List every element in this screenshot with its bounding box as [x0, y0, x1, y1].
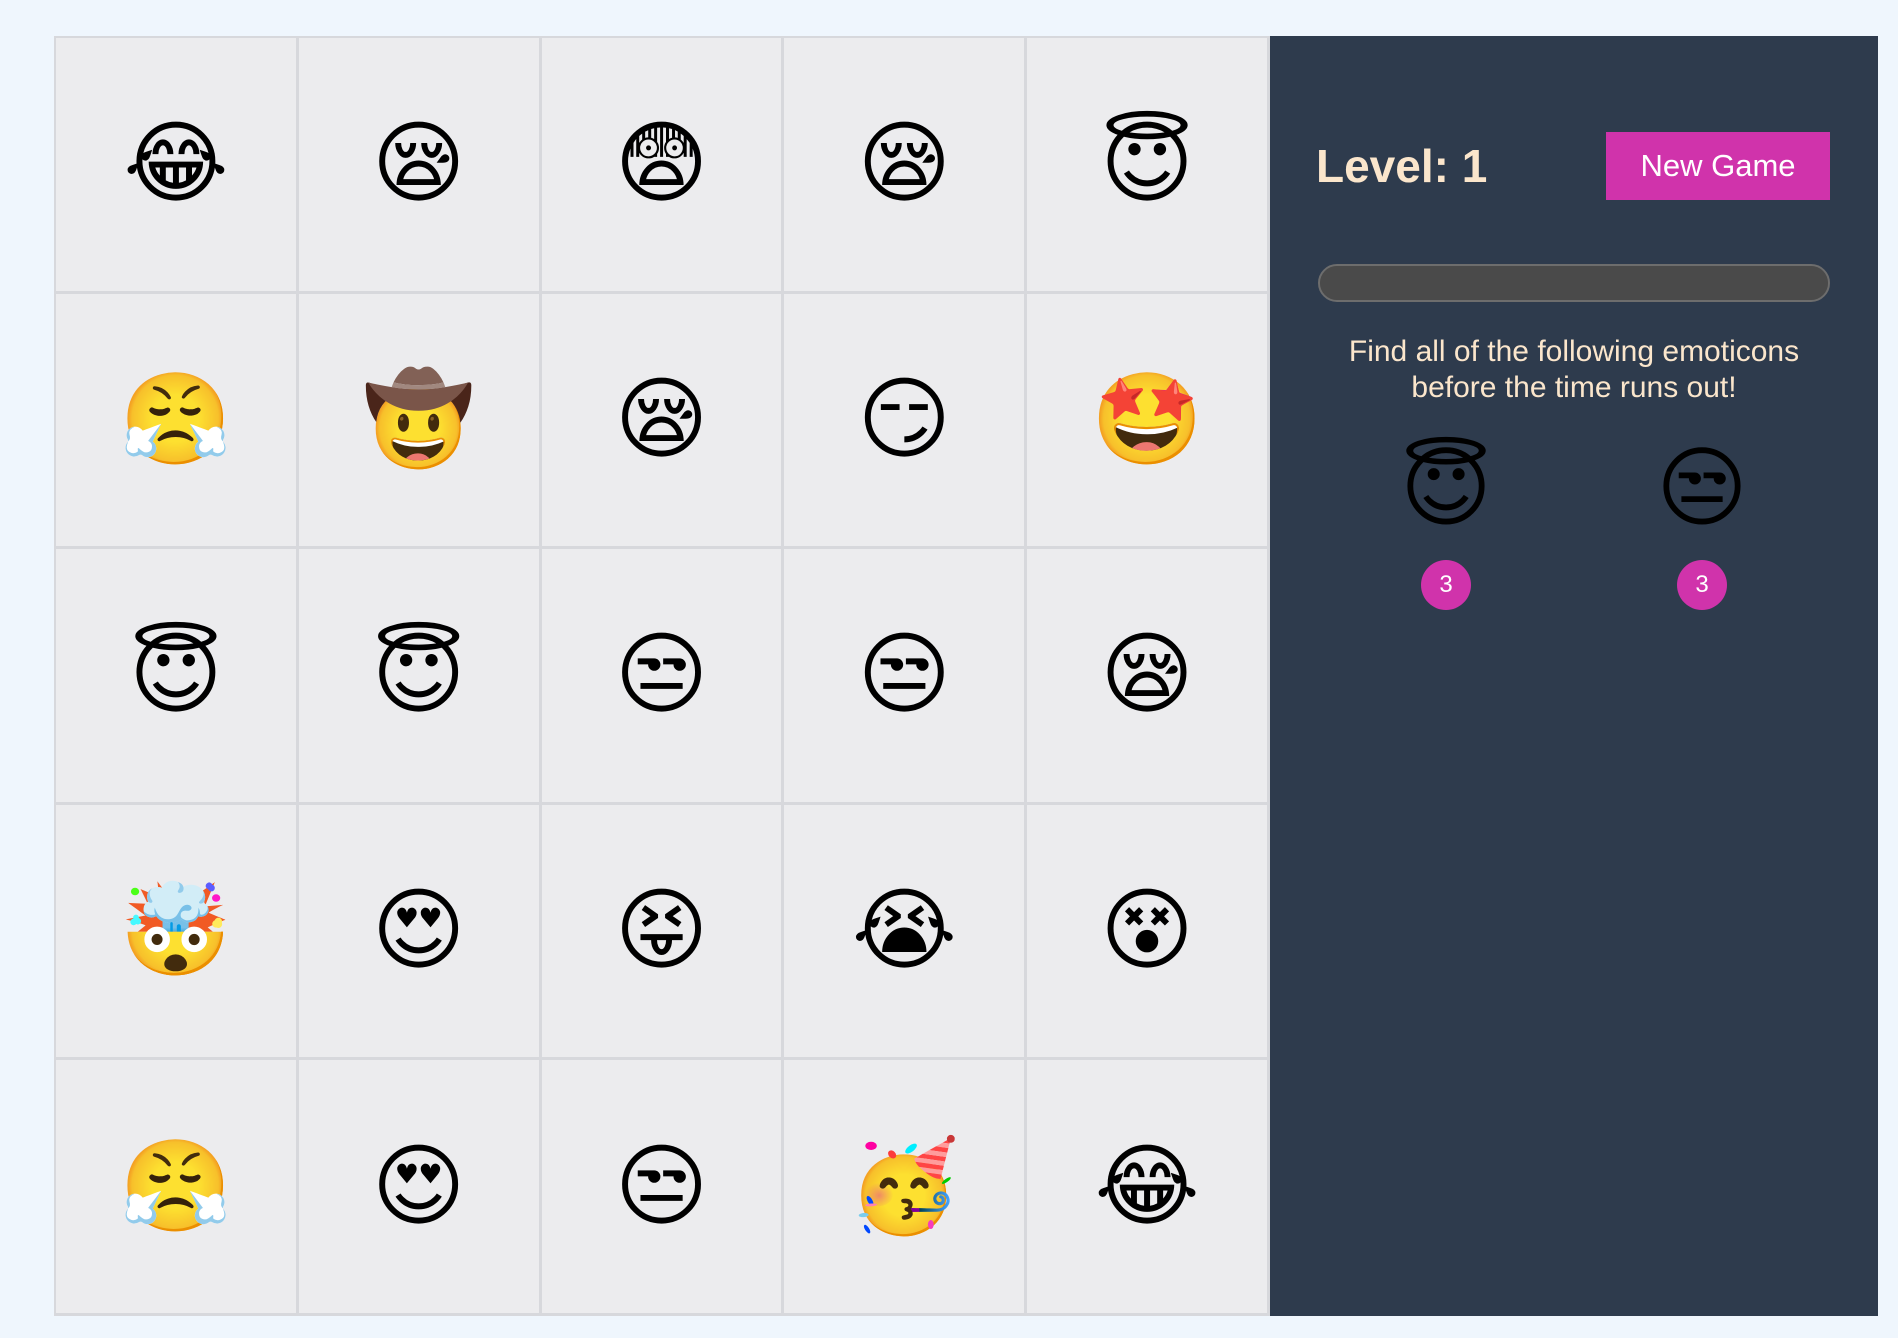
board-cell[interactable]: 😪: [541, 293, 785, 550]
sleepy-face-icon: 😪: [371, 111, 466, 217]
target-list: 😇 3 😒 3: [1318, 444, 1830, 610]
board-cell[interactable]: 😪: [298, 38, 542, 294]
smiling-face-with-halo-icon: 😇: [1400, 436, 1492, 539]
target-count-badge: 3: [1421, 560, 1471, 610]
board-cell[interactable]: 😂: [1027, 1060, 1270, 1316]
instructions-line-2: before the time runs out!: [1411, 371, 1737, 404]
face-with-tears-of-joy-icon: 😂: [1094, 1133, 1200, 1239]
board-cell[interactable]: 😤: [56, 293, 299, 550]
unamused-face-icon: 😒: [614, 1133, 709, 1239]
board-cell[interactable]: 😝: [541, 804, 785, 1061]
board-cell[interactable]: 🤩: [1027, 293, 1270, 550]
partying-face-icon: 🥳: [848, 1133, 961, 1239]
board-cell[interactable]: 😏: [784, 293, 1028, 550]
board-cell[interactable]: 😂: [56, 38, 299, 294]
panel-header: Level: 1 New Game: [1316, 132, 1830, 200]
emoji-board: 😂 😪 😨 😪 😇 😤 🤠 😪 😏 🤩 😇 😇 😒 😒 😪 🤯 😍 😝 😭 😵 😤 😍 😒 🥳 😂: [54, 36, 1270, 1316]
board-cell[interactable]: 🤯: [56, 804, 299, 1061]
exploding-head-icon: 🤯: [119, 878, 232, 984]
fearful-face-icon: 😨: [614, 111, 709, 217]
board-cell[interactable]: 🥳: [784, 1060, 1028, 1316]
heart-eyes-face-icon: 😍: [371, 878, 466, 984]
smiling-face-with-halo-icon: 😇: [371, 622, 466, 728]
target-item: 😒 3: [1574, 444, 1830, 610]
heart-eyes-face-icon: 😍: [371, 1133, 466, 1239]
unamused-face-icon: 😒: [614, 622, 709, 728]
face-with-steam-from-nose-icon: 😤: [119, 366, 232, 472]
dizzy-face-icon: 😵: [1100, 878, 1194, 984]
board-cell[interactable]: 😍: [298, 804, 542, 1061]
game-container: 😂 😪 😨 😪 😇 😤 🤠 😪 😏 🤩 😇 😇 😒 😒 😪 🤯 😍 😝 😭 😵 😤 😍 😒 🥳 😂 Level: 1 New G…: [54, 36, 1878, 1316]
star-struck-icon: 🤩: [1091, 366, 1204, 472]
target-count-badge: 3: [1677, 560, 1727, 610]
board-cell[interactable]: 😍: [298, 1060, 542, 1316]
loudly-crying-face-icon: 😭: [851, 878, 957, 984]
smiling-face-with-halo-icon: 😇: [128, 622, 223, 728]
board-cell[interactable]: 😇: [1027, 38, 1270, 294]
board-cell[interactable]: 😇: [56, 549, 299, 805]
board-cell[interactable]: 😭: [784, 804, 1028, 1061]
face-with-steam-from-nose-icon: 😤: [119, 1133, 232, 1239]
board-cell[interactable]: 😵: [1027, 804, 1270, 1061]
target-item: 😇 3: [1318, 444, 1574, 610]
board-cell[interactable]: 😪: [1027, 549, 1270, 805]
timer-fill: [1320, 266, 1828, 300]
face-with-tears-of-joy-icon: 😂: [123, 111, 229, 217]
sleepy-face-icon: 😪: [1100, 622, 1194, 728]
smiling-face-with-halo-icon: 😇: [1100, 111, 1194, 217]
sleepy-face-icon: 😪: [614, 366, 709, 472]
unamused-face-icon: 😒: [1656, 436, 1748, 539]
board-cell[interactable]: 🤠: [298, 293, 542, 550]
instructions: Find all of the following emoticons befo…: [1318, 334, 1830, 406]
sleepy-face-icon: 😪: [857, 111, 952, 217]
timer-bar: [1318, 264, 1830, 302]
smirking-face-icon: 😏: [857, 366, 952, 472]
board-cell[interactable]: 😒: [784, 549, 1028, 805]
cowboy-hat-face-icon: 🤠: [362, 366, 475, 472]
board-cell[interactable]: 😒: [541, 549, 785, 805]
board-cell[interactable]: 😒: [541, 1060, 785, 1316]
board-cell[interactable]: 😨: [541, 38, 785, 294]
board-cell[interactable]: 😇: [298, 549, 542, 805]
new-game-button[interactable]: New Game: [1606, 132, 1830, 200]
board-cell[interactable]: 😤: [56, 1060, 299, 1316]
unamused-face-icon: 😒: [857, 622, 952, 728]
level-indicator: Level: 1: [1316, 140, 1488, 192]
squinting-face-with-tongue-icon: 😝: [614, 878, 709, 984]
board-cell[interactable]: 😪: [784, 38, 1028, 294]
instructions-line-1: Find all of the following emoticons: [1348, 335, 1800, 368]
side-panel: Level: 1 New Game Find all of the follow…: [1270, 36, 1878, 1316]
